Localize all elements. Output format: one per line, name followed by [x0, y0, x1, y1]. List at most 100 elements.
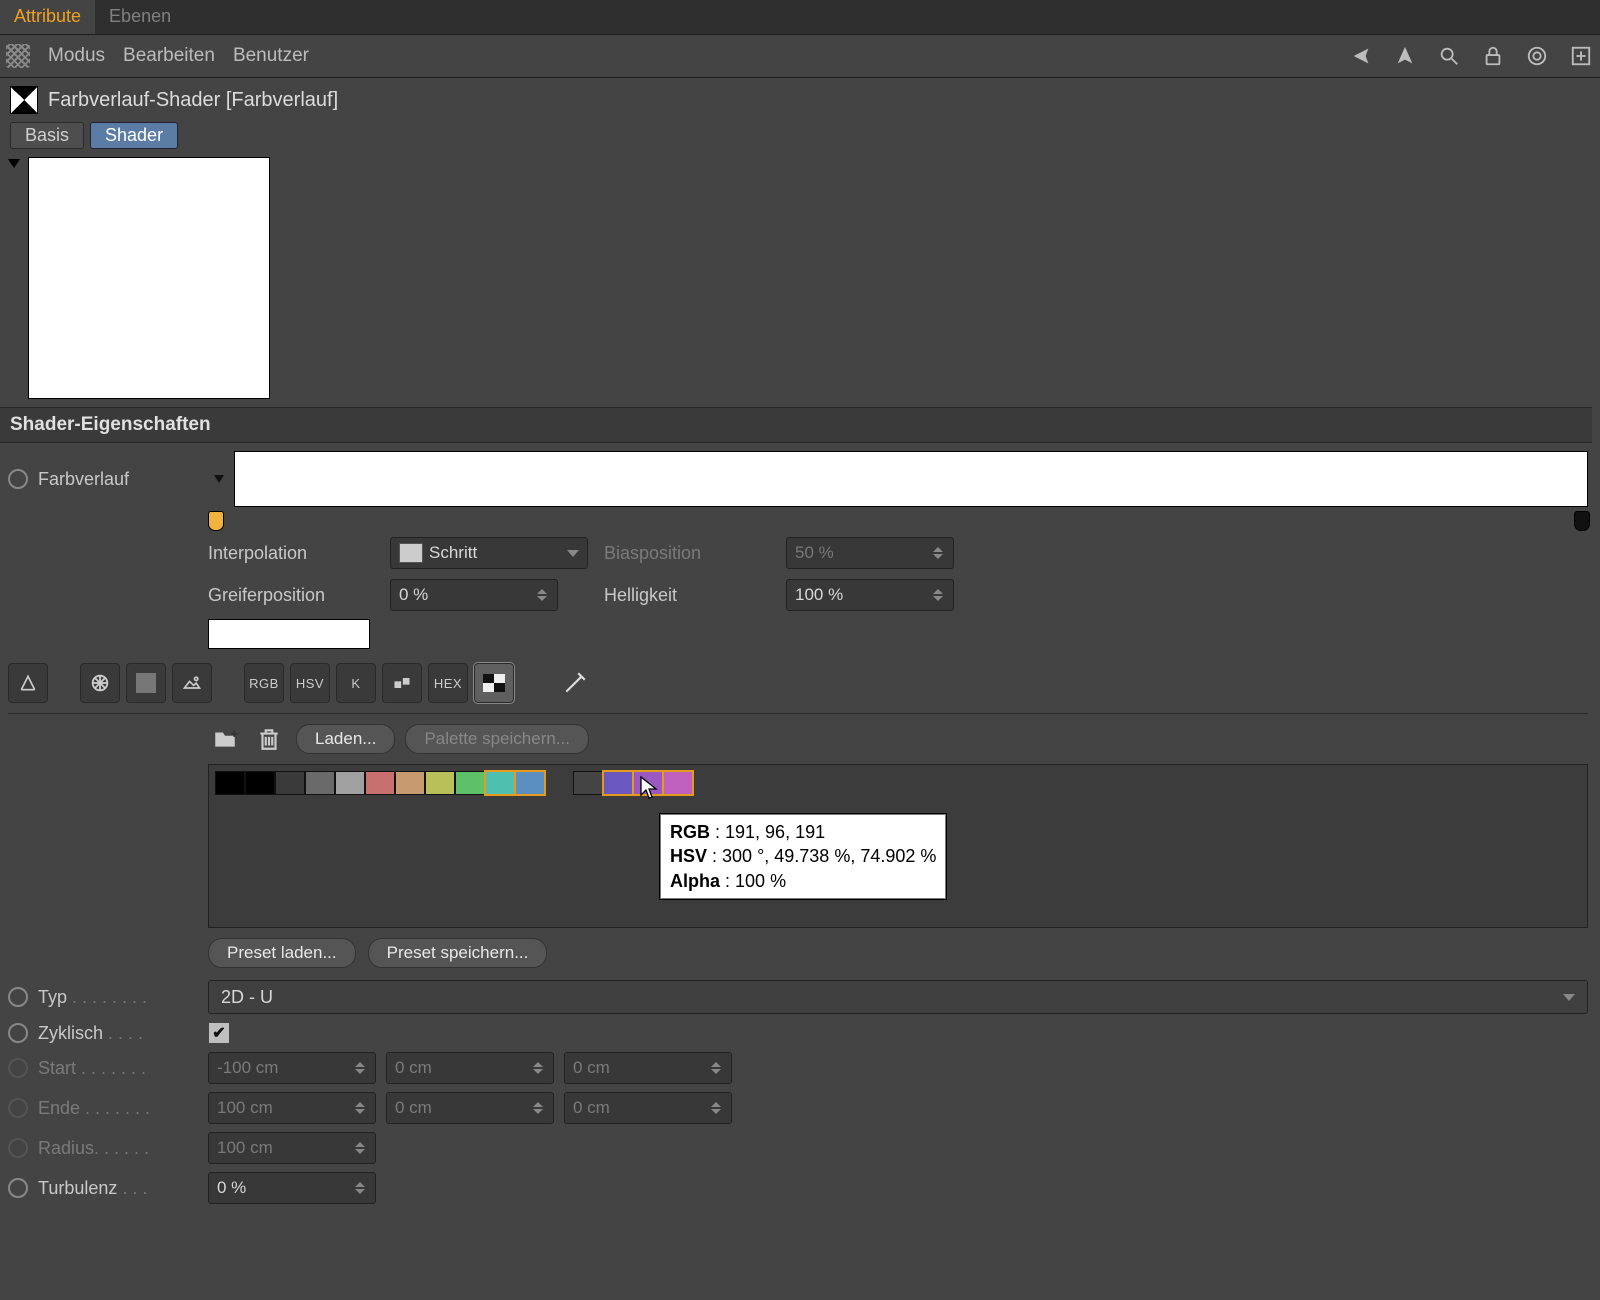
row-typ: Typ . . . . . . . . 2D - U [8, 980, 1588, 1014]
knot-color-field[interactable] [208, 619, 370, 649]
menu-benutzer[interactable]: Benutzer [233, 45, 309, 67]
anim-dot-radius [8, 1138, 28, 1158]
mode-k[interactable]: K [336, 663, 376, 703]
shader-params: Farbverlauf Interpolation Schritt Biaspo… [0, 443, 1600, 968]
tab-attribute[interactable]: Attribute [0, 0, 95, 34]
search-icon[interactable] [1436, 43, 1462, 69]
row-start: Start . . . . . . . -100 cm 0 cm 0 cm [8, 1052, 1588, 1084]
input-turbulenz[interactable]: 0 % [208, 1172, 376, 1204]
bottom-params: Typ . . . . . . . . 2D - U Zyklisch . . … [0, 968, 1600, 1204]
menu-modus[interactable]: Modus [48, 45, 105, 67]
tab-ebenen[interactable]: Ebenen [95, 0, 185, 34]
menubar: Modus Bearbeiten Benutzer [0, 35, 1600, 78]
dropdown-typ[interactable]: 2D - U [208, 980, 1588, 1014]
nav-up-icon[interactable] [1392, 43, 1418, 69]
spinner-bias [933, 543, 945, 563]
row-bias: Biasposition 50 % [604, 537, 984, 569]
palette-swatch[interactable] [245, 771, 275, 795]
mode-palette-icon[interactable] [474, 663, 514, 703]
anim-dot-zyklisch[interactable] [8, 1023, 28, 1043]
section-shader-properties: Shader-Eigenschaften [0, 407, 1592, 443]
label-typ: Typ . . . . . . . . [38, 987, 198, 1008]
palette-swatches [215, 771, 1581, 795]
collapse-toggle-icon[interactable] [8, 159, 20, 168]
tab-shader[interactable]: Shader [90, 122, 178, 149]
gradient-knot-left[interactable] [208, 511, 224, 531]
mode-image-icon[interactable] [172, 663, 212, 703]
mode-hex[interactable]: HEX [428, 663, 468, 703]
panel-menu-icon[interactable] [6, 44, 30, 68]
gradient-menu-toggle-icon[interactable] [214, 475, 224, 483]
label-helligkeit: Helligkeit [604, 585, 774, 606]
panel-tabs: Attribute Ebenen [0, 0, 1600, 35]
lock-icon[interactable] [1480, 43, 1506, 69]
row-helligkeit: Helligkeit 100 % [604, 579, 984, 611]
target-icon[interactable] [1524, 43, 1550, 69]
row-gradient: Farbverlauf [8, 451, 1588, 507]
input-greifer[interactable]: 0 % [390, 579, 558, 611]
anim-dot-typ[interactable] [8, 987, 28, 1007]
eyedropper-icon[interactable] [560, 668, 590, 698]
spinner-helligkeit[interactable] [933, 585, 945, 605]
delete-palette-icon[interactable] [252, 722, 286, 756]
input-ende-y: 0 cm [386, 1092, 554, 1124]
new-panel-icon[interactable] [1568, 43, 1594, 69]
palette-swatch[interactable] [573, 771, 603, 795]
palette-swatch[interactable] [275, 771, 305, 795]
mode-swatch-icon[interactable] [126, 663, 166, 703]
anim-dot-gradient[interactable] [8, 469, 28, 489]
palette-swatch[interactable] [603, 771, 633, 795]
palette-swatch[interactable] [485, 771, 515, 795]
palette-swatch[interactable] [365, 771, 395, 795]
label-start: Start . . . . . . . [38, 1058, 198, 1079]
label-bias: Biasposition [604, 543, 774, 564]
button-load-palette[interactable]: Laden... [296, 724, 395, 754]
input-bias: 50 % [786, 537, 954, 569]
spinner-greifer[interactable] [537, 585, 549, 605]
mode-wheel-icon[interactable] [80, 663, 120, 703]
mode-hsv[interactable]: HSV [290, 663, 330, 703]
anim-dot-turbulenz[interactable] [8, 1178, 28, 1198]
button-save-preset[interactable]: Preset speichern... [368, 938, 548, 968]
color-mode-toolbar: RGB HSV K HEX [8, 663, 1588, 703]
palette-swatch[interactable] [515, 771, 545, 795]
palette-controls: + Laden... Palette speichern... [208, 722, 1588, 756]
row-ende: Ende . . . . . . . 100 cm 0 cm 0 cm [8, 1092, 1588, 1124]
palette-swatch[interactable] [335, 771, 365, 795]
tab-basis[interactable]: Basis [10, 122, 84, 149]
gradient-bar[interactable] [234, 451, 1588, 507]
shader-preview[interactable] [28, 157, 270, 399]
palette-swatch[interactable] [663, 771, 693, 795]
nav-back-icon[interactable] [1348, 43, 1374, 69]
palette-swatch[interactable] [305, 771, 335, 795]
input-helligkeit[interactable]: 100 % [786, 579, 954, 611]
input-ende-z: 0 cm [564, 1092, 732, 1124]
anim-dot-ende [8, 1098, 28, 1118]
object-title-row: Farbverlauf-Shader [Farbverlauf] [0, 78, 1600, 118]
button-save-palette[interactable]: Palette speichern... [405, 724, 589, 754]
property-tabs: Basis Shader [0, 118, 1600, 157]
input-start-x: -100 cm [208, 1052, 376, 1084]
input-ende-x: 100 cm [208, 1092, 376, 1124]
palette-swatch[interactable] [425, 771, 455, 795]
label-interpolation: Interpolation [208, 543, 378, 564]
mode-mixer-icon[interactable] [382, 663, 422, 703]
interpolation-value: Schritt [429, 543, 477, 563]
label-zyklisch: Zyklisch . . . . [38, 1023, 198, 1044]
dropdown-interpolation[interactable]: Schritt [390, 537, 588, 569]
add-palette-icon[interactable]: + [208, 722, 242, 756]
gradient-knot-right[interactable] [1574, 511, 1590, 531]
menu-bearbeiten[interactable]: Bearbeiten [123, 45, 215, 67]
palette-swatch[interactable] [395, 771, 425, 795]
row-turbulenz: Turbulenz . . . 0 % [8, 1172, 1588, 1204]
mode-rgb[interactable]: RGB [244, 663, 284, 703]
input-start-y: 0 cm [386, 1052, 554, 1084]
palette-swatch[interactable] [455, 771, 485, 795]
palette-swatch[interactable] [633, 771, 663, 795]
mode-spectrum-icon[interactable] [8, 663, 48, 703]
palette-box[interactable]: RGB : 191, 96, 191 HSV : 300 °, 49.738 %… [208, 764, 1588, 928]
chevron-down-icon [567, 550, 579, 557]
palette-swatch[interactable] [215, 771, 245, 795]
checkbox-zyklisch[interactable]: ✔ [208, 1022, 230, 1044]
button-load-preset[interactable]: Preset laden... [208, 938, 356, 968]
